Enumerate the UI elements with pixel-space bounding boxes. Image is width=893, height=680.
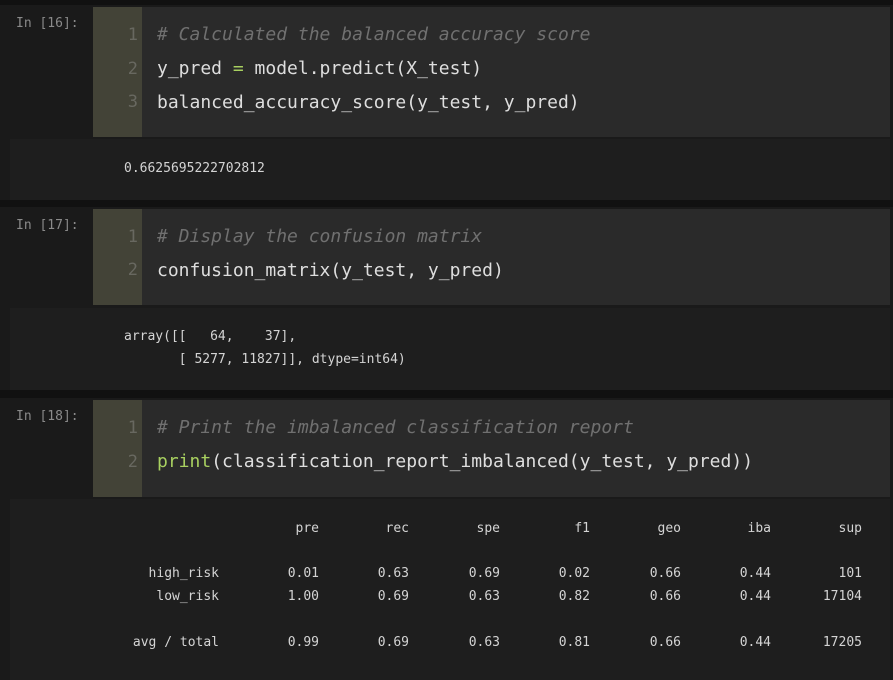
line-number: 2	[127, 260, 138, 280]
cell-17-prompt: In [17]:	[16, 218, 79, 233]
report-cell: 0.44	[739, 635, 771, 650]
report-header: geo	[657, 521, 681, 536]
cell-18-prompt: In [18]:	[16, 409, 79, 424]
report-cell: 0.69	[468, 566, 500, 581]
report-row-label: avg / total	[132, 635, 219, 650]
line-number: 2	[127, 59, 138, 79]
line-number: 1	[127, 418, 138, 438]
report-cell: 0.82	[558, 589, 590, 604]
code-comment: # Calculated the balanced accuracy score	[157, 24, 591, 45]
report-header: rec	[385, 521, 409, 536]
report-cell: 0.02	[558, 566, 590, 581]
code-line: balanced_accuracy_score(y_test, y_pred)	[157, 92, 580, 113]
report-cell: 0.63	[468, 589, 500, 604]
code-comment: # Display the confusion matrix	[157, 226, 483, 247]
report-cell: 0.01	[287, 566, 319, 581]
report-header: iba	[747, 521, 771, 536]
report-cell: 17104	[822, 589, 862, 604]
line-number: 3	[127, 92, 138, 112]
code-token: model.predict(X_test)	[243, 58, 483, 79]
line-number: 1	[127, 25, 138, 45]
output-text: array([[ 64, 37],	[124, 329, 297, 344]
cell-17-gutter	[93, 209, 142, 305]
code-token: (classification_report_imbalanced(y_test…	[211, 451, 754, 472]
output-text: 0.6625695222702812	[124, 161, 265, 176]
report-cell: 0.63	[377, 566, 409, 581]
report-header: pre	[295, 521, 319, 536]
report-header: f1	[574, 521, 590, 536]
cell-17-editor[interactable]	[93, 209, 890, 305]
report-cell: 0.81	[558, 635, 590, 650]
builtin-keyword: print	[157, 451, 212, 472]
report-cell: 101	[838, 566, 862, 581]
report-cell: 0.66	[649, 589, 681, 604]
code-line: confusion_matrix(y_test, y_pred)	[157, 260, 504, 281]
report-cell: 0.69	[377, 589, 409, 604]
report-cell: 0.44	[739, 566, 771, 581]
report-cell: 0.69	[377, 635, 409, 650]
line-number: 2	[127, 452, 138, 472]
report-cell: 17205	[822, 635, 862, 650]
report-cell: 0.99	[287, 635, 319, 650]
report-cell: 0.66	[649, 635, 681, 650]
cell-16-prompt: In [16]:	[16, 16, 79, 31]
report-cell: 0.66	[649, 566, 681, 581]
report-cell: 1.00	[287, 589, 319, 604]
code-line: y_pred = model.predict(X_test)	[157, 58, 482, 79]
assign-operator: =	[232, 58, 244, 79]
report-cell: 0.63	[468, 635, 500, 650]
line-number: 1	[127, 227, 138, 247]
code-comment: # Print the imbalanced classification re…	[157, 417, 634, 438]
report-row-label: high_risk	[148, 566, 219, 581]
report-header: spe	[476, 521, 500, 536]
code-token: y_pred	[157, 58, 233, 79]
code-line: print(classification_report_imbalanced(y…	[157, 451, 753, 472]
report-cell: 0.44	[739, 589, 771, 604]
cell-18-editor[interactable]	[93, 400, 890, 497]
report-row-label: low_risk	[156, 589, 219, 604]
cell-17-output	[10, 308, 890, 390]
report-header: sup	[838, 521, 862, 536]
cell-18-gutter	[93, 400, 142, 497]
output-text: [ 5277, 11827]], dtype=int64)	[124, 352, 406, 367]
